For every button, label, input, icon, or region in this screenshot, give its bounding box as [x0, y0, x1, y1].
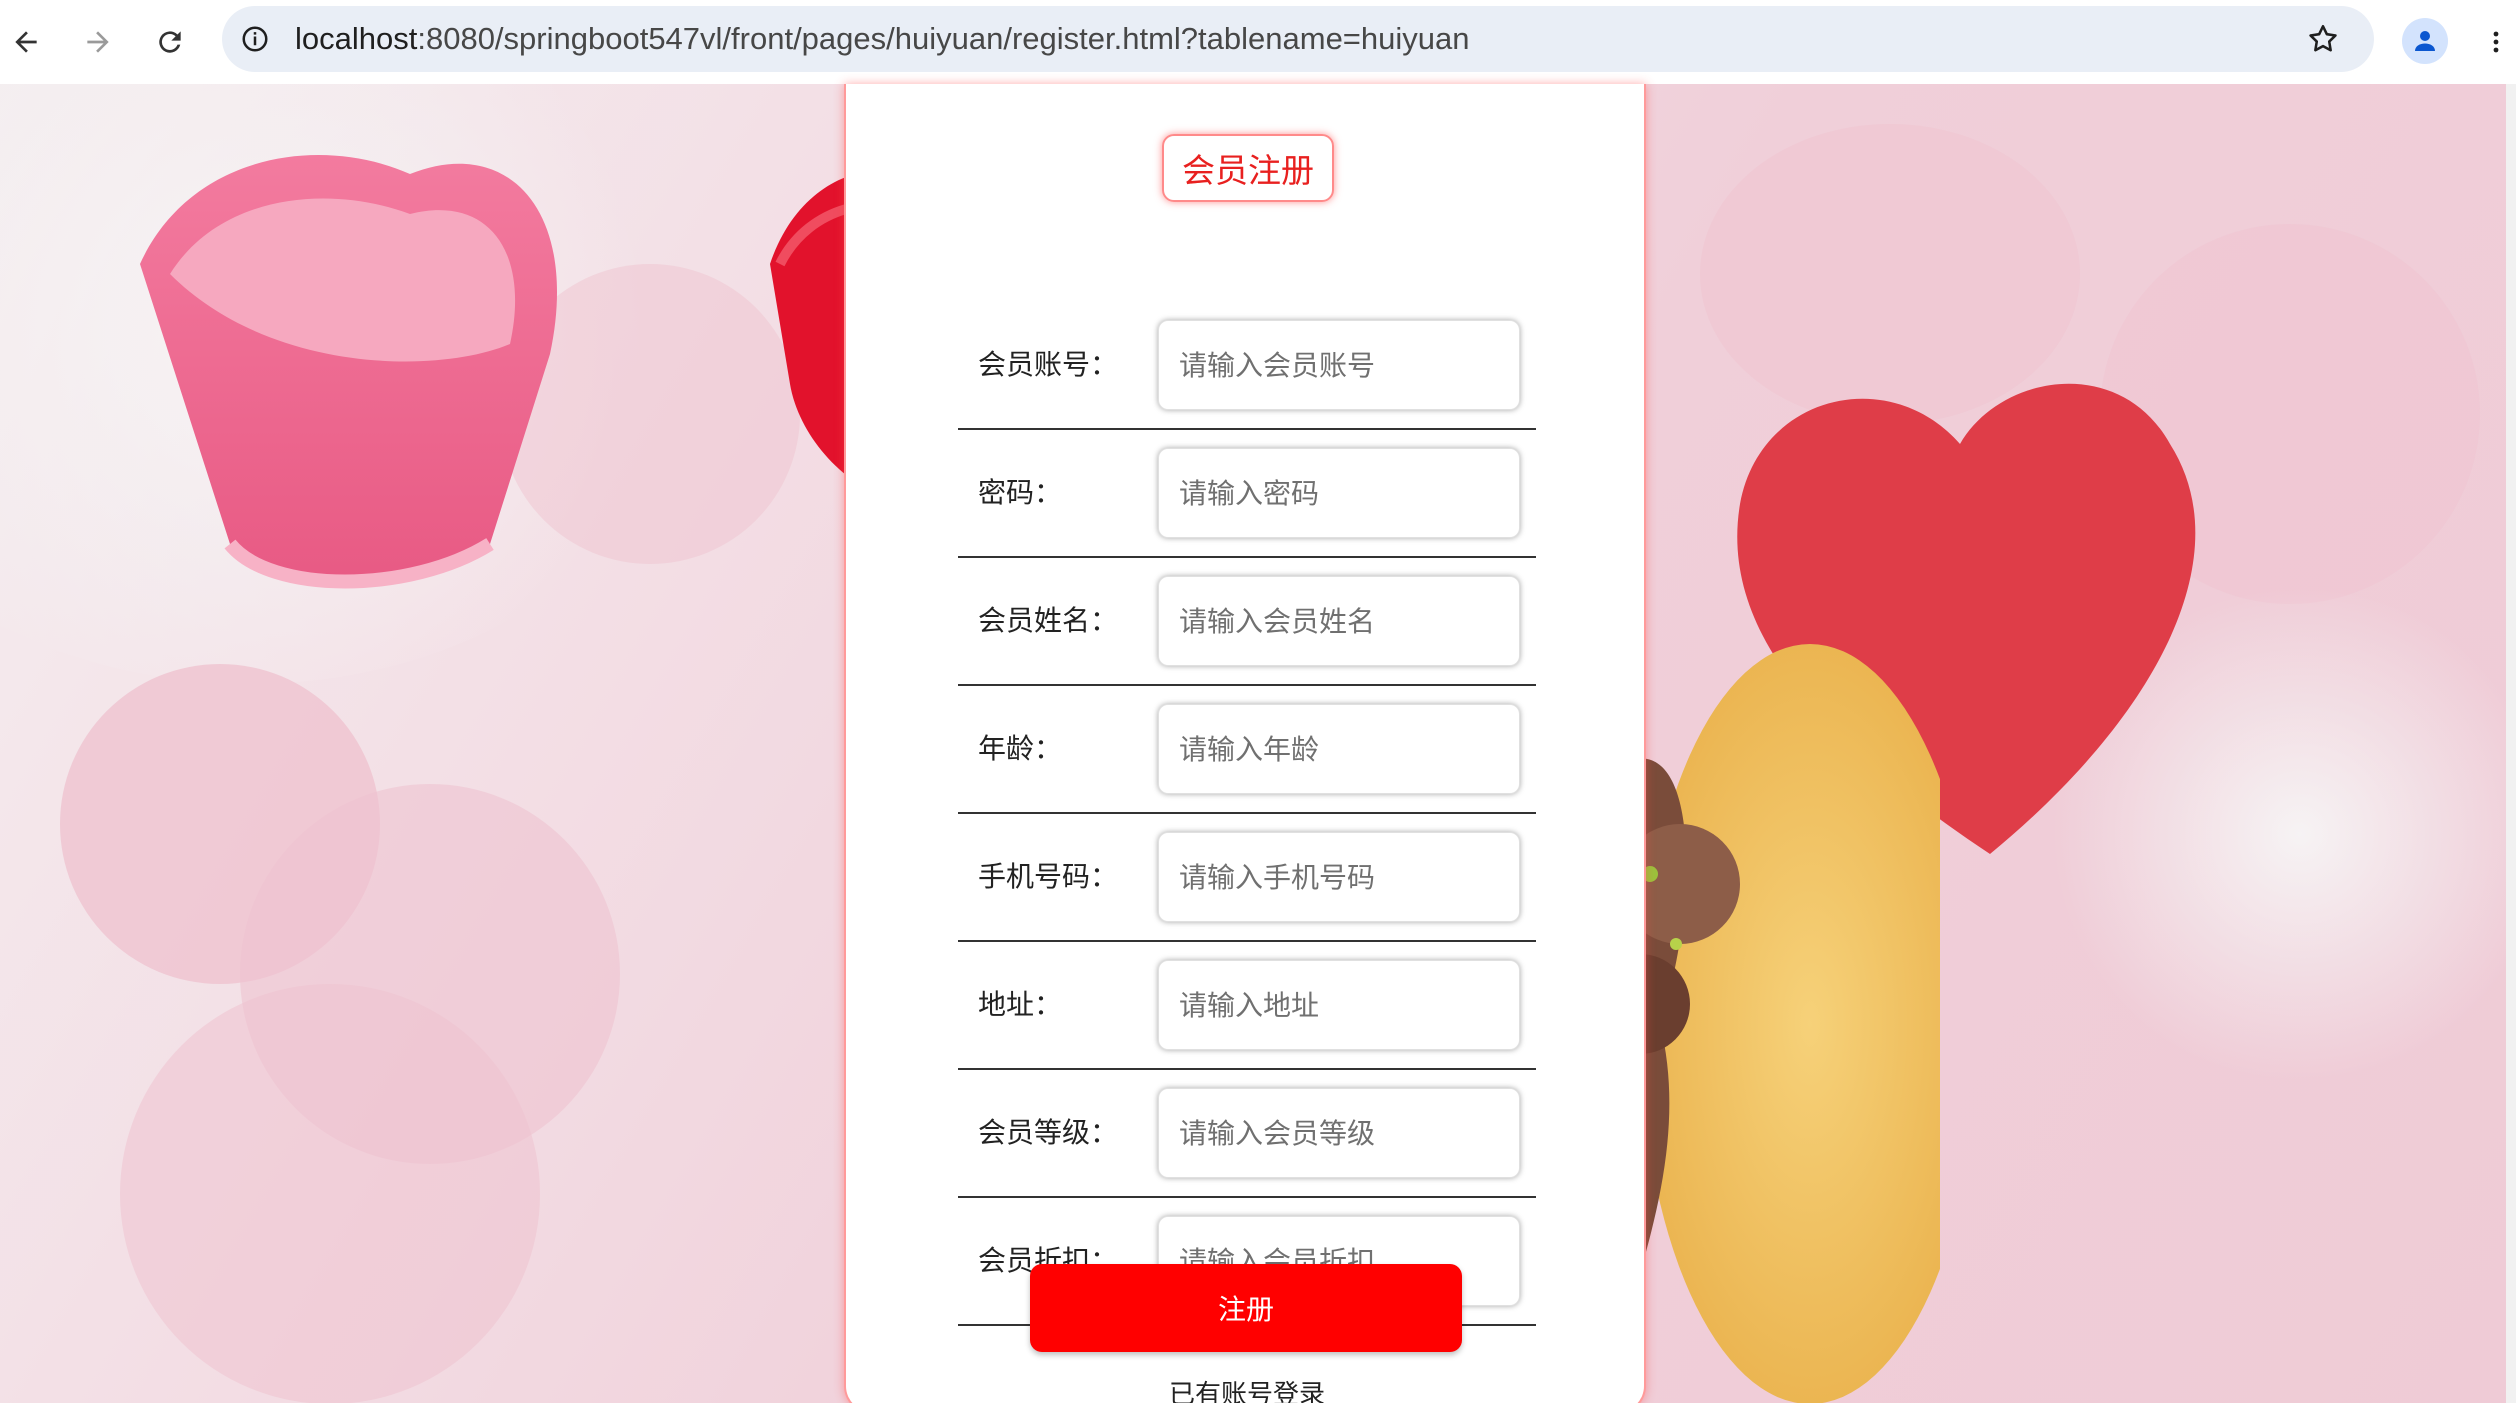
age-input[interactable]: [1158, 704, 1520, 794]
phone-row: 手机号码：: [958, 814, 1536, 942]
browser-toolbar: localhost:8080/springboot547vl/front/pag…: [0, 0, 2516, 84]
password-row: 密码：: [958, 430, 1536, 558]
password-label: 密码：: [978, 476, 1063, 509]
account-label: 会员账号：: [978, 348, 1119, 381]
url-host: localhost: [295, 21, 418, 56]
address-input[interactable]: [1158, 960, 1520, 1050]
pink-cupcake-liner-image: [140, 154, 558, 589]
address-row: 地址：: [958, 942, 1536, 1070]
login-link[interactable]: 已有账号登录: [846, 1374, 1648, 1403]
register-panel: 会员注册 会员账号： 密码： 会员姓名： 年龄： 手机号码： 地址： 会员等级：…: [844, 84, 1646, 1403]
arrow-right-icon: [87, 31, 109, 53]
address-bar[interactable]: localhost:8080/springboot547vl/front/pag…: [222, 6, 2374, 72]
account-row: 会员账号：: [958, 302, 1536, 430]
back-button[interactable]: [2, 18, 50, 66]
site-info-icon[interactable]: [235, 19, 275, 59]
level-row: 会员等级：: [958, 1070, 1536, 1198]
password-input[interactable]: [1158, 448, 1520, 538]
menu-kebab-icon[interactable]: [2480, 18, 2512, 66]
url-path: :8080/springboot547vl/front/pages/huiyua…: [417, 21, 1470, 56]
name-row: 会员姓名：: [958, 558, 1536, 686]
arrow-left-icon: [15, 31, 37, 53]
profile-avatar-icon[interactable]: [2402, 18, 2448, 64]
account-input[interactable]: [1158, 320, 1520, 410]
name-label: 会员姓名：: [978, 604, 1119, 637]
age-row: 年龄：: [958, 686, 1536, 814]
level-input[interactable]: [1158, 1088, 1520, 1178]
register-button[interactable]: 注册: [1030, 1264, 1462, 1352]
page-scrollbar[interactable]: [2506, 84, 2516, 1403]
url-text[interactable]: localhost:8080/springboot547vl/front/pag…: [295, 21, 1470, 57]
phone-label: 手机号码：: [978, 860, 1119, 893]
reload-button[interactable]: [146, 18, 194, 66]
phone-input[interactable]: [1158, 832, 1520, 922]
forward-button[interactable]: [74, 18, 122, 66]
reload-icon: [159, 31, 181, 53]
address-label: 地址：: [978, 988, 1063, 1021]
age-label: 年龄：: [978, 732, 1063, 765]
bookmark-star-icon[interactable]: [2302, 18, 2344, 60]
name-input[interactable]: [1158, 576, 1520, 666]
level-label: 会员等级：: [978, 1116, 1119, 1149]
register-title: 会员注册: [1162, 134, 1334, 202]
